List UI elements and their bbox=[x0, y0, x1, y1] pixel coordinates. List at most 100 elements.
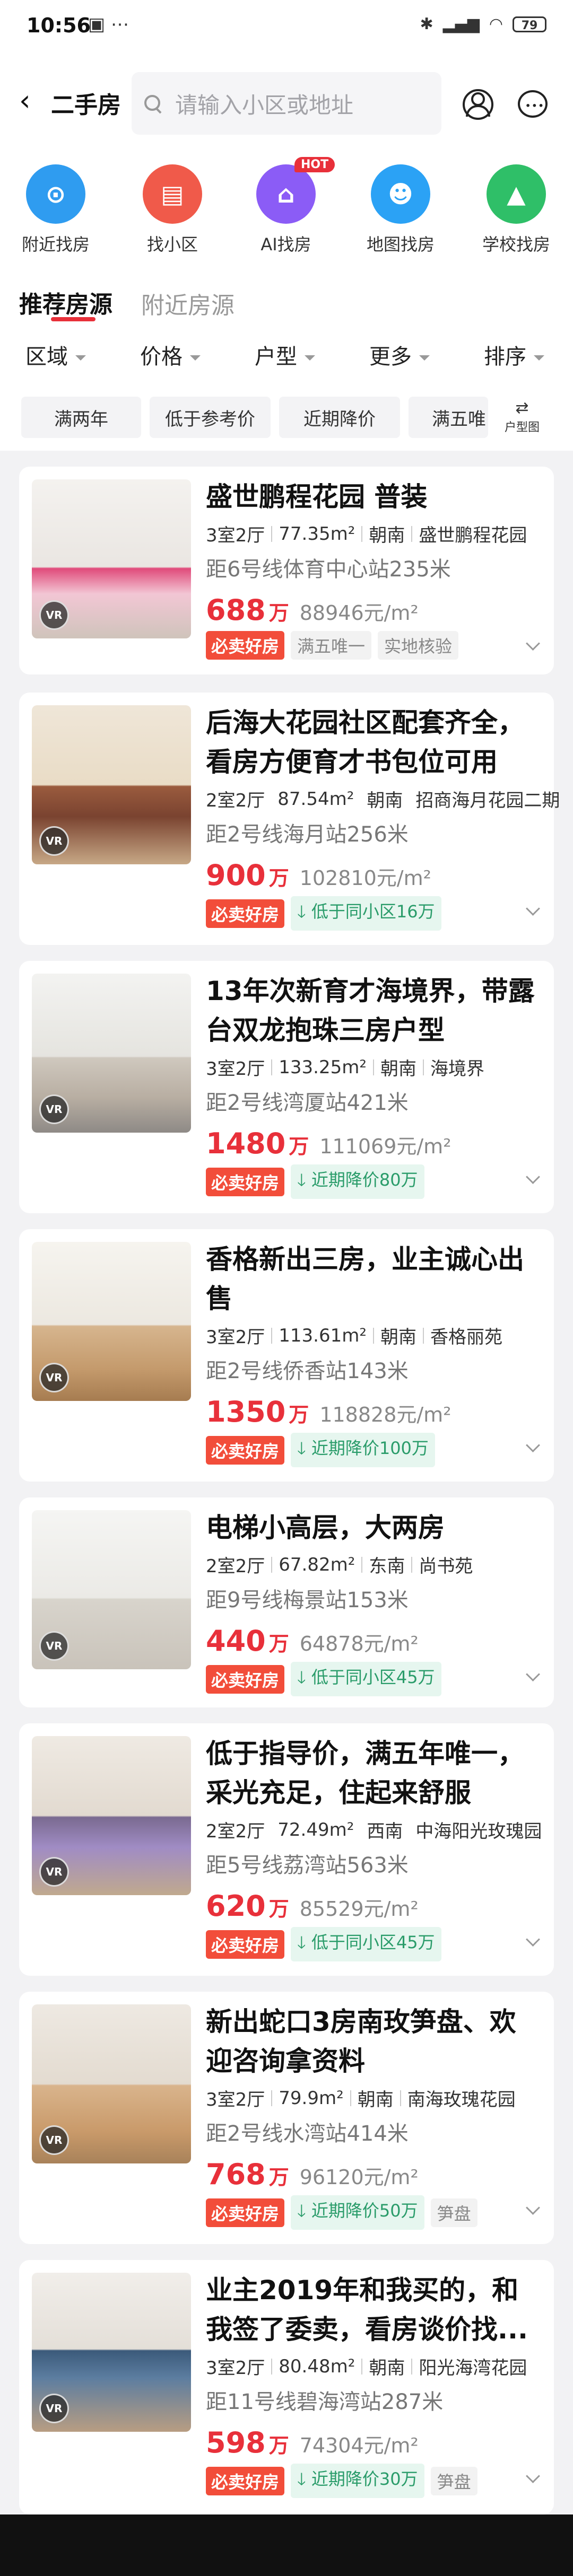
chevron-down-icon[interactable] bbox=[526, 2201, 540, 2215]
listing-card[interactable]: VR 低于指导价，满五年唯一，采光充足，住起来舒服 2室2厅 72.49m² 西… bbox=[19, 1723, 554, 1976]
quick-entry-label: 地图找房 bbox=[366, 234, 435, 255]
unit-price: 85529元/m² bbox=[299, 1897, 419, 1921]
listing-card[interactable]: VR 后海大花园社区配套齐全，看房方便育才书包位可用 2室2厅 87.54m² … bbox=[19, 693, 560, 945]
user-icon[interactable] bbox=[463, 89, 493, 120]
chevron-down-icon[interactable] bbox=[526, 901, 540, 916]
orientation: 西南 bbox=[367, 1821, 403, 1842]
chevron-down-icon[interactable] bbox=[526, 636, 540, 651]
listing-specs: 2室2厅 72.49m² 西南 中海阳光玫瑰园 bbox=[206, 1817, 542, 1843]
vr-badge[interactable]: VR bbox=[39, 600, 69, 630]
vr-badge[interactable]: VR bbox=[39, 826, 69, 856]
filter-sort[interactable]: 排序 bbox=[484, 339, 544, 370]
caret-down-icon bbox=[534, 355, 544, 361]
chevron-down-icon[interactable] bbox=[526, 2469, 540, 2483]
price-unit: 万 bbox=[268, 2166, 289, 2189]
chevron-down-icon[interactable] bbox=[526, 1667, 540, 1681]
area: 80.48m² bbox=[279, 2355, 355, 2377]
listing-card[interactable]: VR 新出蛇口3房南玫笋盘、欢迎咨询拿资料 3室2厅 79.9m² 朝南 南海玫… bbox=[19, 1992, 554, 2244]
hot-tag: 必卖好房 bbox=[206, 899, 285, 928]
price-drop-tag: 🡓 近期降价80万 bbox=[291, 1164, 424, 1199]
tab-recommended[interactable]: 推荐房源 bbox=[19, 285, 112, 319]
listing-specs: 3室2厅 79.9m² 朝南 南海玫瑰花园 bbox=[206, 2085, 541, 2111]
hot-tag: 必卖好房 bbox=[206, 1930, 285, 1959]
price-drop-tag: 🡓 低于同小区45万 bbox=[291, 1927, 441, 1961]
back-chevron-icon[interactable]: ‹ bbox=[19, 85, 31, 117]
price-row: 768 万 96120元/m² bbox=[206, 2158, 541, 2191]
quick-entry-school[interactable]: ▲ 学校找房 bbox=[471, 164, 561, 256]
listing-card[interactable]: VR 香格新出三房，业主诚心出售 3室2厅 113.61m² 朝南 香格丽苑 距… bbox=[19, 1229, 554, 1482]
listing-specs: 2室2厅 87.54m² 朝南 招商海月花园二期 bbox=[206, 786, 560, 812]
listing-photo: VR bbox=[32, 2004, 191, 2163]
chip-two-years[interactable]: 满两年 bbox=[21, 397, 141, 438]
chip-below-reference[interactable]: 低于参考价 bbox=[150, 397, 271, 438]
vr-badge[interactable]: VR bbox=[39, 1363, 69, 1392]
unit-price: 111069元/m² bbox=[319, 1135, 452, 1158]
price-unit: 万 bbox=[268, 2434, 289, 2457]
chip-five-years[interactable]: 满五唯 bbox=[409, 397, 488, 438]
quick-entry-label: 附近找房 bbox=[21, 234, 90, 255]
tag: 满五唯一 bbox=[291, 631, 372, 660]
school-cap-icon: ▲ bbox=[487, 164, 546, 224]
total-price: 900 bbox=[206, 858, 266, 892]
listing-photo: VR bbox=[32, 479, 191, 638]
listing-title: 香格新出三房，业主诚心出售 bbox=[206, 1244, 524, 1314]
chevron-down-icon[interactable] bbox=[526, 1932, 540, 1947]
tag-row: 必卖好房 🡓 近期降价30万 笋盘 bbox=[206, 2464, 541, 2498]
metro-distance: 距5号线荔湾站563米 bbox=[206, 1853, 409, 1878]
vr-badge[interactable]: VR bbox=[39, 2394, 69, 2423]
total-price: 768 bbox=[206, 2158, 266, 2191]
hot-tag: 必卖好房 bbox=[206, 1167, 285, 1196]
listing-title: 业主2019年和我买的，和我签了委卖，看房谈价找... bbox=[206, 2275, 528, 2345]
vr-badge[interactable]: VR bbox=[39, 1857, 69, 1887]
price-unit: 万 bbox=[268, 866, 289, 890]
chip-price-drop[interactable]: 近期降价 bbox=[279, 397, 400, 438]
chevron-down-icon[interactable] bbox=[526, 1170, 540, 1184]
filter-more[interactable]: 更多 bbox=[369, 339, 430, 370]
filter-price[interactable]: 价格 bbox=[140, 339, 201, 370]
quick-entry-ai[interactable]: ⌂ HOT AI找房 bbox=[241, 157, 335, 256]
search-input[interactable]: 请输入小区或地址 bbox=[175, 87, 353, 120]
vr-badge[interactable]: VR bbox=[39, 1094, 69, 1124]
listing-card[interactable]: VR 盛世鹏程花园 普装 3室2厅 77.35m² 朝南 盛世鹏程花园 距6号线… bbox=[19, 467, 554, 674]
layout-toggle-button[interactable]: ⇄ 户型图 bbox=[501, 399, 543, 435]
quick-entry-nearby[interactable]: ⊙ 附近找房 bbox=[11, 164, 101, 256]
quick-entry-label: AI找房 bbox=[261, 234, 311, 255]
signal-icon: ▂▄▆ bbox=[442, 15, 480, 33]
area: 113.61m² bbox=[279, 1325, 367, 1346]
area: 67.82m² bbox=[279, 1554, 355, 1575]
listing-card[interactable]: VR 13年次新育才海境界，带露台双龙抱珠三房户型 3室2厅 133.25m² … bbox=[19, 961, 554, 1213]
listing-card[interactable]: VR 业主2019年和我买的，和我签了委卖，看房谈价找... 3室2厅 80.4… bbox=[19, 2260, 554, 2514]
listing-photo: VR bbox=[32, 1242, 191, 1401]
listing-specs: 3室2厅 77.35m² 朝南 盛世鹏程花园 bbox=[206, 521, 541, 547]
area: 87.54m² bbox=[277, 788, 354, 810]
vr-badge[interactable]: VR bbox=[39, 1631, 69, 1661]
filter-area[interactable]: 区域 bbox=[25, 339, 86, 370]
filter-label: 价格 bbox=[140, 345, 183, 369]
price-unit: 万 bbox=[268, 1897, 289, 1921]
area: 133.25m² bbox=[279, 1056, 367, 1078]
rooms: 2室2厅 bbox=[206, 1556, 265, 1577]
vr-badge[interactable]: VR bbox=[39, 2125, 69, 2155]
tab-nearby[interactable]: 附近房源 bbox=[141, 286, 235, 320]
community: 盛世鹏程花园 bbox=[419, 525, 527, 546]
tag-row: 必卖好房 🡓 低于同小区16万 bbox=[206, 896, 541, 931]
hot-tag: 必卖好房 bbox=[206, 1435, 285, 1465]
rooms: 3室2厅 bbox=[206, 1058, 265, 1080]
listing-card[interactable]: VR 电梯小高层，大两房 2室2厅 67.82m² 东南 尚书苑 距9号线梅景站… bbox=[19, 1497, 554, 1707]
message-icon[interactable]: ••• bbox=[518, 89, 548, 119]
quick-entry-community[interactable]: ▤ 找小区 bbox=[127, 164, 218, 256]
quick-entry-map[interactable]: ☻ 地图找房 bbox=[355, 164, 446, 256]
top-nav: ‹ 二手房 请输入小区或地址 ••• bbox=[0, 53, 573, 154]
price-row: 688 万 88946元/m² bbox=[206, 593, 541, 627]
filter-layout[interactable]: 户型 bbox=[255, 339, 315, 370]
community: 阳光海湾花园 bbox=[419, 2358, 527, 2379]
listing-photo: VR bbox=[32, 1510, 191, 1669]
price-drop-tag: 🡓 近期降价50万 bbox=[291, 2195, 424, 2230]
chevron-down-icon[interactable] bbox=[526, 1438, 540, 1452]
filter-label: 更多 bbox=[369, 345, 412, 369]
hot-tag: 必卖好房 bbox=[206, 2198, 285, 2227]
rooms: 2室2厅 bbox=[206, 1821, 265, 1842]
search-bar[interactable]: 请输入小区或地址 bbox=[132, 69, 441, 138]
total-price: 620 bbox=[206, 1889, 266, 1923]
tag: 实地核验 bbox=[378, 631, 459, 660]
